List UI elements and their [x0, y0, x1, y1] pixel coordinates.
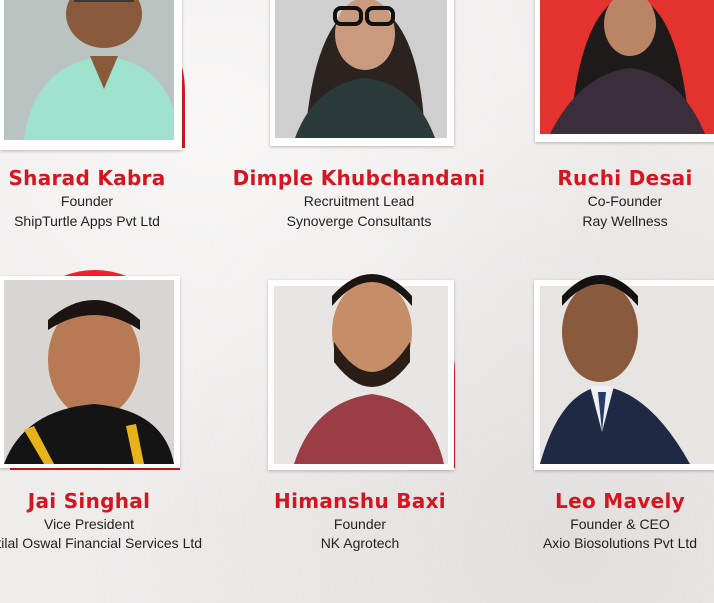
speaker-company: Motilal Oswal Financial Services Ltd	[0, 535, 203, 551]
speaker-photo	[275, 0, 447, 138]
speaker-name: Himanshu Baxi	[274, 489, 446, 513]
speaker-company: NK Agrotech	[320, 535, 400, 551]
speaker-name: Ruchi Desai	[557, 166, 693, 190]
speaker-company: Synoverge Consultants	[286, 213, 432, 229]
speaker-photo	[540, 262, 714, 464]
speaker-name: Sharad Kabra	[8, 166, 166, 190]
speaker-photo	[540, 0, 714, 134]
speaker-name: Jai Singhal	[27, 489, 151, 513]
speaker-role: Recruitment Lead	[303, 193, 415, 209]
speaker-photo	[4, 0, 174, 140]
speaker-name: Dimple Khubchandani	[232, 166, 486, 190]
speaker-role: Founder & CEO	[570, 516, 670, 532]
speaker-role: Co-Founder	[587, 193, 663, 209]
speaker-photo	[4, 280, 174, 464]
speaker-photo	[274, 262, 448, 464]
speaker-company: Ray Wellness	[582, 213, 668, 229]
speaker-company: ShipTurtle Apps Pvt Ltd	[14, 213, 160, 229]
speaker-role: Vice President	[43, 516, 134, 532]
speaker-company: Axio Biosolutions Pvt Ltd	[542, 535, 698, 551]
speaker-role: Founder	[333, 516, 387, 532]
speaker-role: Founder	[60, 193, 114, 209]
speaker-name: Leo Mavely	[555, 489, 685, 513]
